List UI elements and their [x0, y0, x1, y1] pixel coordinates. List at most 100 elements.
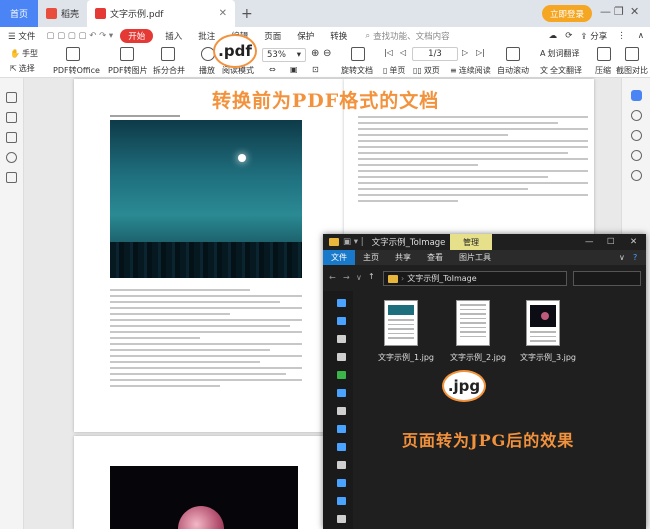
explorer-tab-share[interactable]: 共享 [387, 252, 419, 263]
double-page-label: 双页 [423, 66, 440, 75]
prev-page-icon[interactable]: ◁ [400, 48, 406, 57]
pdf-to-image-icon [120, 47, 134, 61]
continuous-button[interactable]: ≡ 连续阅读 [450, 65, 491, 76]
screenshot-compare-button[interactable]: 截图对比 [616, 65, 648, 76]
explorer-search-box[interactable] [573, 271, 641, 286]
explorer-tab-view[interactable]: 查看 [419, 252, 451, 263]
sync-icon[interactable]: ⟳ [561, 31, 576, 41]
nav-computer-icon[interactable] [337, 425, 346, 433]
nav-drive-icon[interactable] [337, 407, 346, 415]
tab-shell[interactable]: 稻壳 [38, 0, 87, 27]
bookmark-icon[interactable] [6, 92, 17, 103]
full-translate-button[interactable]: 文全文翻译 [540, 65, 582, 76]
explorer-help-icon[interactable]: ? [633, 253, 637, 262]
comment-icon[interactable] [6, 132, 17, 143]
thumbnail-icon[interactable] [6, 112, 17, 123]
zoom-in-icon[interactable]: ⊕ [311, 48, 319, 59]
explorer-tab-home[interactable]: 主页 [355, 252, 387, 263]
file-thumbnail-2[interactable] [456, 300, 490, 346]
nav-desktop-icon[interactable] [337, 317, 346, 325]
hand-tool[interactable]: ✋ 手型 [10, 48, 38, 59]
sidebar-tool-icon[interactable] [631, 110, 642, 121]
nav-doc-folder-icon[interactable] [337, 461, 346, 469]
forward-arrow-icon[interactable]: → [343, 273, 350, 282]
split-merge-button[interactable]: 拆分合并 [153, 65, 185, 76]
rotate-button[interactable]: 旋转文档 [341, 65, 373, 76]
tab-home[interactable]: 首页 [0, 0, 38, 27]
tab-document[interactable]: 文字示例.pdf ✕ [87, 0, 236, 27]
pdf-to-image-button[interactable]: PDF转图片 [108, 65, 148, 76]
nav-local-disk-icon[interactable] [337, 515, 346, 523]
recent-dropdown-icon[interactable]: ∨ [356, 273, 362, 282]
maximize-icon[interactable]: ❐ [614, 5, 624, 18]
menu-convert[interactable]: 转换 [322, 30, 355, 42]
nav-documents-icon[interactable] [337, 335, 346, 343]
magnifier-icon[interactable] [631, 130, 642, 141]
single-page-button[interactable]: ▯ 单页 [383, 65, 405, 76]
minimize-icon[interactable]: — [600, 5, 611, 18]
manage-tab[interactable]: 管理 [450, 234, 492, 250]
fit-width-icon[interactable]: ⇔ [269, 65, 276, 74]
compress-button[interactable]: 压缩 [595, 65, 611, 76]
address-path[interactable]: › 文字示例_ToImage [383, 271, 567, 286]
zoom-field[interactable]: 53% ▾ [262, 48, 306, 62]
menu-file[interactable]: ☰ 文件 [0, 30, 43, 42]
explorer-tab-file[interactable]: 文件 [323, 250, 355, 265]
first-page-icon[interactable]: |◁ [384, 48, 393, 57]
fit-page-icon[interactable]: ▣ [290, 65, 298, 74]
up-arrow-icon[interactable]: ↑ [368, 272, 375, 281]
underline-translate-button[interactable]: A 划词翻译 [540, 48, 579, 59]
split-merge-icon [161, 47, 175, 61]
share-button[interactable]: ⇪ 分享 [576, 30, 611, 42]
menu-insert[interactable]: 插入 [157, 30, 190, 42]
next-page-icon[interactable]: ▷ [462, 48, 468, 57]
select-tool[interactable]: ⇱ 选择 [10, 63, 35, 74]
menu-file-label: 文件 [18, 32, 36, 42]
settings-icon[interactable] [631, 150, 642, 161]
explorer-tab-picture-tools[interactable]: 图片工具 [451, 252, 499, 263]
nav-pictures-icon[interactable] [337, 353, 346, 361]
stamp-icon[interactable] [6, 172, 17, 183]
nav-downloads-icon[interactable] [337, 479, 346, 487]
file-name-3[interactable]: 文字示例_3.jpg [520, 352, 576, 363]
zoom-out-icon[interactable]: ⊖ [323, 48, 331, 59]
assistant-icon[interactable] [631, 90, 642, 101]
menu-start[interactable]: 开始 [120, 29, 154, 43]
nav-music-icon[interactable] [337, 497, 346, 505]
quick-access-icons[interactable]: ▢ ▢ ▢ ▢ ↶ ↷ ▾ [43, 31, 116, 41]
help-icon[interactable] [631, 170, 642, 181]
file-thumbnail-3[interactable] [526, 300, 560, 346]
collapse-icon[interactable]: ∧ [632, 31, 650, 41]
more-icon[interactable]: ⋮ [611, 31, 632, 41]
explorer-quick-icons[interactable]: ▣ ▾ | [343, 237, 364, 247]
login-button[interactable]: 立即登录 [542, 5, 593, 22]
pdf-to-office-button[interactable]: PDF转Office [53, 65, 100, 76]
file-name-1[interactable]: 文字示例_1.jpg [378, 352, 434, 363]
explorer-ribbon-expand-icon[interactable]: ∨ [619, 253, 625, 262]
close-tab-icon[interactable]: ✕ [219, 8, 227, 19]
actual-size-icon[interactable]: ⊡ [312, 65, 319, 74]
explorer-maximize-icon[interactable]: ☐ [607, 237, 615, 247]
nav-app-icon[interactable] [337, 371, 346, 379]
new-tab-icon[interactable]: + [241, 6, 253, 22]
play-button[interactable]: 播放 [199, 65, 215, 76]
double-page-button[interactable]: ▯▯ 双页 [413, 65, 440, 76]
cloud-icon[interactable]: ☁ [545, 31, 562, 41]
auto-scroll-button[interactable]: 自动滚动 [497, 65, 529, 76]
moon-shape [238, 154, 246, 162]
explorer-minimize-icon[interactable]: — [585, 237, 594, 247]
last-page-icon[interactable]: ▷| [476, 48, 485, 57]
menu-page[interactable]: 页面 [256, 30, 289, 42]
menu-protect[interactable]: 保护 [289, 30, 322, 42]
explorer-close-icon[interactable]: ✕ [630, 237, 637, 247]
nav-videos-icon[interactable] [337, 443, 346, 451]
nav-quick-access-icon[interactable] [337, 299, 346, 307]
back-arrow-icon[interactable]: ← [329, 273, 336, 282]
close-window-icon[interactable]: ✕ [630, 5, 639, 18]
search-box[interactable]: ⌕ 查找功能、文档内容 [365, 30, 449, 42]
file-thumbnail-1[interactable] [384, 300, 418, 346]
nav-cloud-icon[interactable] [337, 389, 346, 397]
attachment-icon[interactable] [6, 152, 17, 163]
file-name-2[interactable]: 文字示例_2.jpg [450, 352, 506, 363]
page-indicator[interactable]: 1/3 [412, 47, 458, 61]
